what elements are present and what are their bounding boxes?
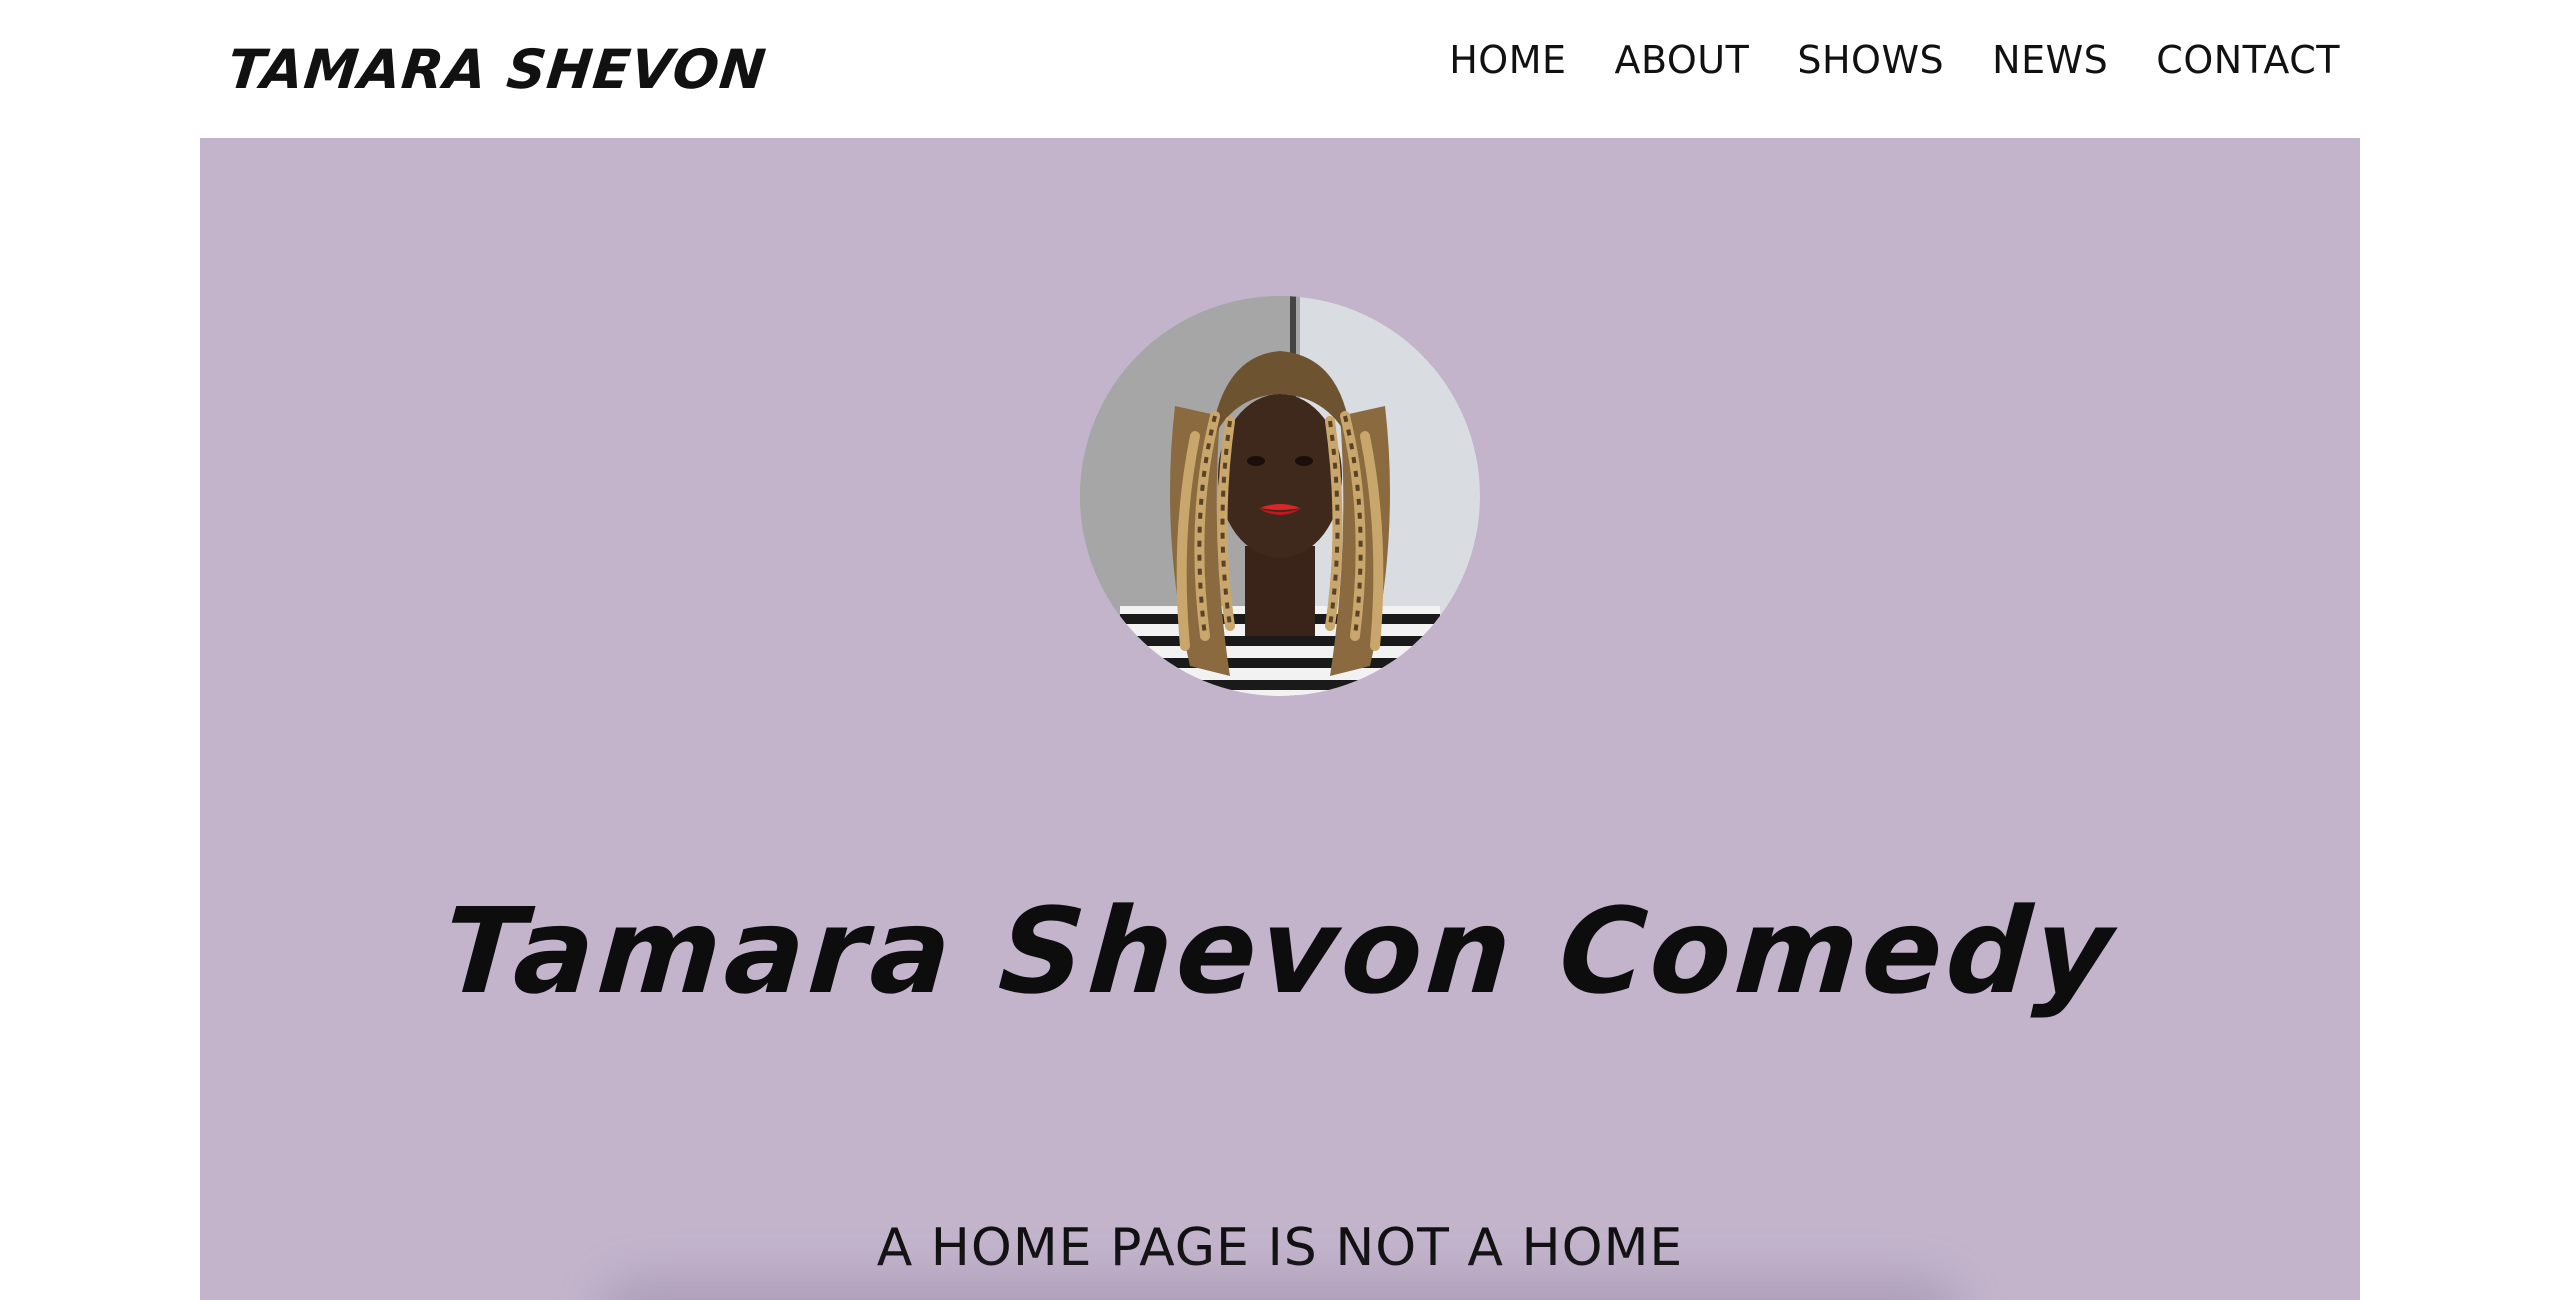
hero-subtitle: A HOME PAGE IS NOT A HOME: [876, 1218, 1684, 1278]
nav-contact[interactable]: CONTACT: [2156, 38, 2340, 82]
content-card-shadow: [600, 1278, 1960, 1300]
site-header: TAMARA SHEVON HOME ABOUT SHOWS NEWS CONT…: [200, 0, 2360, 138]
nav-about[interactable]: ABOUT: [1615, 38, 1750, 82]
profile-photo: [1080, 296, 1480, 696]
nav-news[interactable]: NEWS: [1992, 38, 2108, 82]
page: TAMARA SHEVON HOME ABOUT SHOWS NEWS CONT…: [0, 0, 2560, 1300]
portrait-illustration: [1080, 296, 1480, 696]
hero-section: Tamara Shevon Comedy A HOME PAGE IS NOT …: [200, 138, 2360, 1300]
nav-home[interactable]: HOME: [1449, 38, 1566, 82]
hero-title: Tamara Shevon Comedy: [439, 882, 2121, 1021]
site-logo[interactable]: TAMARA SHEVON: [225, 38, 770, 101]
nav-shows[interactable]: SHOWS: [1797, 38, 1944, 82]
main-nav: HOME ABOUT SHOWS NEWS CONTACT: [1449, 38, 2340, 82]
